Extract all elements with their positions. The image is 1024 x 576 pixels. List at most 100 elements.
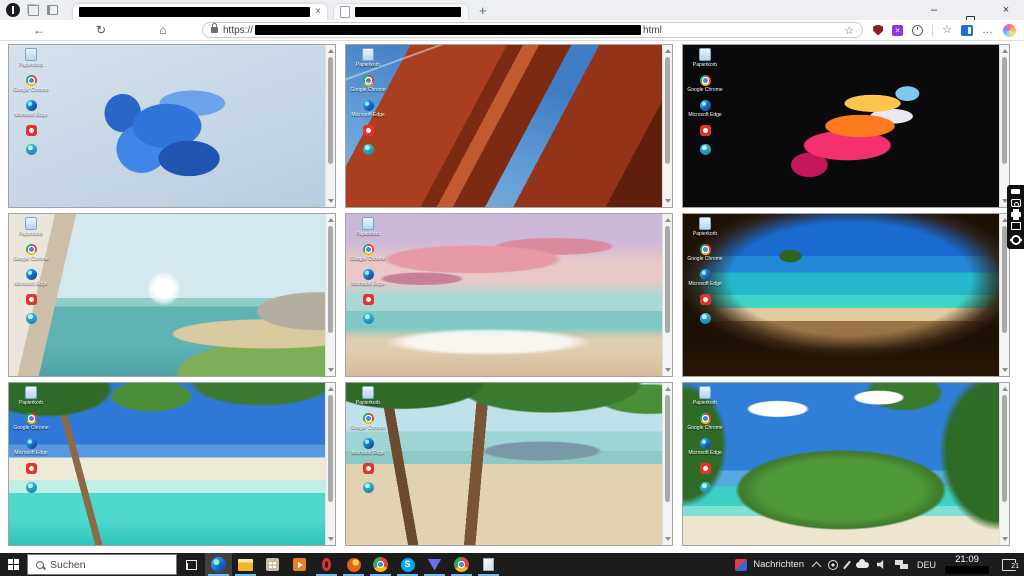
network-icon[interactable] — [895, 560, 908, 569]
history-icon[interactable] — [912, 25, 923, 36]
start-button[interactable] — [0, 553, 27, 576]
capture-icon[interactable] — [1011, 189, 1020, 194]
adblock-shield-icon[interactable] — [873, 25, 883, 36]
remote-desktop-cell-2[interactable]: PapierkorbGoogle ChromeMicrosoft Edge — [345, 44, 673, 208]
scroll-up-arrow[interactable] — [665, 387, 671, 391]
red-app-desktop-icon[interactable] — [686, 463, 724, 475]
scroll-down-arrow[interactable] — [328, 537, 334, 541]
teal-app-desktop-icon[interactable] — [686, 482, 724, 494]
taskbar-app-edge[interactable] — [205, 553, 232, 576]
remote-desktop-cell-9[interactable]: PapierkorbGoogle ChromeMicrosoft Edge — [682, 382, 1010, 546]
keyboard-layout[interactable]: DEU — [917, 560, 936, 570]
copilot-icon[interactable] — [1003, 24, 1016, 37]
edge-desktop-icon[interactable]: Microsoft Edge — [12, 100, 50, 118]
vertical-tabs-icon[interactable] — [47, 5, 58, 15]
scroll-up-arrow[interactable] — [328, 218, 334, 222]
chrome-desktop-icon[interactable]: Google Chrome — [12, 413, 50, 431]
cell-scrollbar[interactable] — [325, 383, 335, 545]
teal-app-desktop-icon[interactable] — [686, 144, 724, 156]
address-bar[interactable]: https:// html ☆ — [202, 22, 863, 38]
teal-app-desktop-icon[interactable] — [12, 313, 50, 325]
recycle-bin-desktop-icon[interactable]: Papierkorb — [686, 386, 724, 406]
edge-desktop-icon[interactable]: Microsoft Edge — [12, 269, 50, 287]
volume-icon[interactable] — [877, 560, 887, 570]
scroll-thumb[interactable] — [665, 226, 670, 333]
scroll-down-arrow[interactable] — [665, 368, 671, 372]
reload-button[interactable]: ↻ — [90, 23, 112, 37]
recycle-bin-desktop-icon[interactable]: Papierkorb — [12, 386, 50, 406]
scroll-up-arrow[interactable] — [328, 49, 334, 53]
recycle-bin-desktop-icon[interactable]: Papierkorb — [349, 48, 387, 68]
taskbar-app-chrome[interactable] — [367, 553, 394, 576]
scroll-thumb[interactable] — [665, 57, 670, 164]
scroll-up-arrow[interactable] — [665, 49, 671, 53]
chrome-desktop-icon[interactable]: Google Chrome — [349, 244, 387, 262]
cell-scrollbar[interactable] — [325, 45, 335, 207]
scroll-thumb[interactable] — [328, 57, 333, 164]
chrome-desktop-icon[interactable]: Google Chrome — [686, 244, 724, 262]
cloud-icon[interactable] — [856, 562, 869, 568]
pen-icon[interactable] — [843, 560, 851, 569]
teal-app-desktop-icon[interactable] — [12, 144, 50, 156]
scroll-down-arrow[interactable] — [328, 368, 334, 372]
red-app-desktop-icon[interactable] — [686, 125, 724, 137]
taskbar-app-firefox[interactable] — [340, 553, 367, 576]
scroll-down-arrow[interactable] — [665, 199, 671, 203]
remote-desktop-cell-8[interactable]: Papierkorb Google Chrome Microsoft Edge — [345, 382, 673, 546]
scroll-up-arrow[interactable] — [1002, 49, 1008, 53]
red-app-desktop-icon[interactable] — [686, 294, 724, 306]
taskbar-app-movies-tv[interactable] — [286, 553, 313, 576]
red-app-desktop-icon[interactable] — [12, 125, 50, 137]
recycle-bin-desktop-icon[interactable]: Papierkorb — [686, 48, 724, 68]
edge-desktop-icon[interactable]: Microsoft Edge — [12, 438, 50, 456]
red-app-desktop-icon[interactable] — [12, 463, 50, 475]
chevron-up-icon[interactable] — [812, 561, 822, 571]
teal-app-desktop-icon[interactable] — [349, 144, 387, 156]
new-tab-button[interactable]: + — [479, 4, 487, 17]
scroll-thumb[interactable] — [328, 395, 333, 502]
chrome-desktop-icon[interactable]: Google Chrome — [686, 75, 724, 93]
side-capture-toolbar[interactable] — [1007, 185, 1024, 249]
scroll-up-arrow[interactable] — [328, 387, 334, 391]
scroll-thumb[interactable] — [665, 395, 670, 502]
scroll-down-arrow[interactable] — [1002, 368, 1008, 372]
edge-desktop-icon[interactable]: Microsoft Edge — [686, 438, 724, 456]
tab-2[interactable] — [333, 3, 469, 20]
taskbar-app-store[interactable] — [259, 553, 286, 576]
red-app-desktop-icon[interactable] — [349, 125, 387, 137]
browser-logo-icon[interactable] — [6, 3, 20, 17]
taskbar-clock[interactable]: 21:09 — [945, 555, 989, 574]
recycle-bin-desktop-icon[interactable]: Papierkorb — [349, 386, 387, 406]
scroll-down-arrow[interactable] — [665, 537, 671, 541]
cell-scrollbar[interactable] — [325, 214, 335, 376]
teal-app-desktop-icon[interactable] — [12, 482, 50, 494]
remote-desktop-cell-3[interactable]: PapierkorbGoogle ChromeMicrosoft Edge — [682, 44, 1010, 208]
edge-desktop-icon[interactable]: Microsoft Edge — [349, 438, 387, 456]
cell-scrollbar[interactable] — [999, 383, 1009, 545]
edge-desktop-icon[interactable]: Microsoft Edge — [686, 269, 724, 287]
taskbar-app-chrome2[interactable] — [448, 553, 475, 576]
chrome-desktop-icon[interactable]: Google Chrome — [12, 75, 50, 93]
minimize-button[interactable]: – — [916, 0, 952, 20]
camera-icon[interactable] — [1011, 199, 1021, 207]
remote-desktop-cell-7[interactable]: Papierkorb Google Chrome Microsoft Edge — [8, 382, 336, 546]
teal-app-desktop-icon[interactable] — [349, 482, 387, 494]
red-app-desktop-icon[interactable] — [12, 294, 50, 306]
scroll-up-arrow[interactable] — [1002, 387, 1008, 391]
cell-scrollbar[interactable] — [662, 45, 672, 207]
scroll-down-arrow[interactable] — [328, 199, 334, 203]
red-app-desktop-icon[interactable] — [349, 463, 387, 475]
action-center-button[interactable]: 21 — [998, 559, 1020, 571]
tab-groups-icon[interactable] — [28, 5, 39, 16]
edge-desktop-icon[interactable]: Microsoft Edge — [349, 100, 387, 118]
scroll-thumb[interactable] — [328, 226, 333, 333]
remote-desktop-cell-4[interactable]: PapierkorbGoogle ChromeMicrosoft Edge — [8, 213, 336, 377]
chrome-desktop-icon[interactable]: Google Chrome — [349, 413, 387, 431]
taskbar-app-opera[interactable] — [313, 553, 340, 576]
close-button[interactable]: × — [988, 0, 1024, 20]
red-app-desktop-icon[interactable] — [349, 294, 387, 306]
taskbar-search[interactable]: Suchen — [27, 554, 177, 575]
gear-icon[interactable] — [1011, 235, 1021, 245]
tab-close-icon[interactable]: × — [315, 7, 321, 17]
recycle-bin-desktop-icon[interactable]: Papierkorb — [12, 217, 50, 237]
